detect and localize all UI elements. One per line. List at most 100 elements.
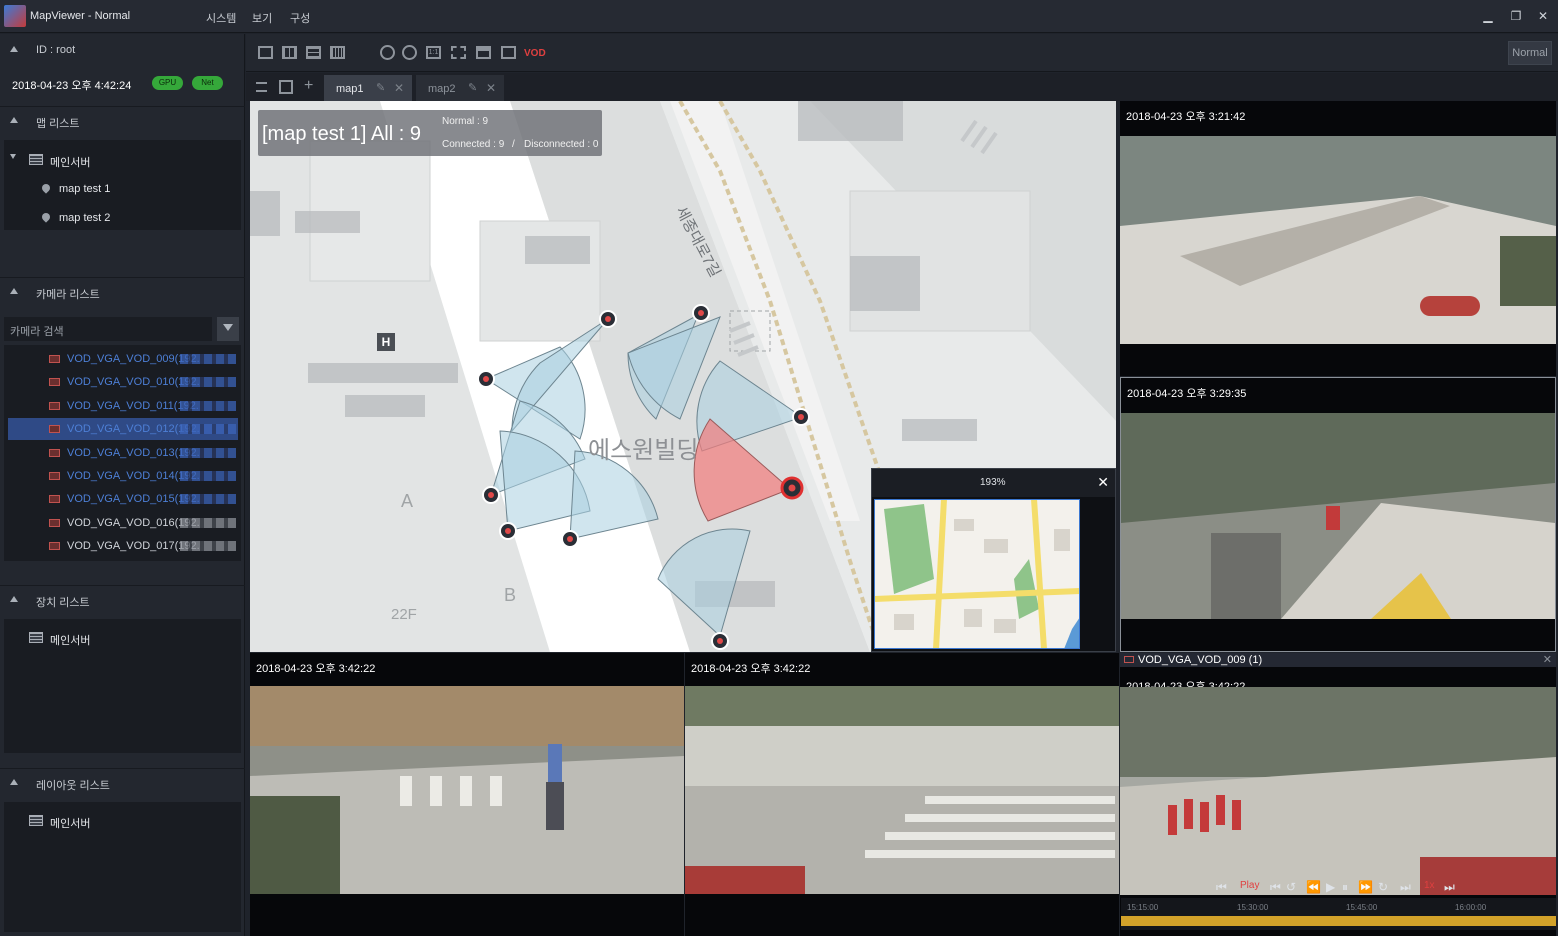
camera-icon	[49, 472, 60, 480]
fit-icon[interactable]	[451, 46, 466, 59]
camera-list-item[interactable]: VOD_VGA_VOD_014(192.	[8, 465, 238, 487]
menu-config[interactable]: 구성	[290, 10, 310, 26]
camera-list-item[interactable]: VOD_VGA_VOD_009(192.	[8, 348, 238, 370]
camera-icon	[49, 518, 60, 527]
video-frame	[1121, 413, 1555, 619]
server-label: 메인서버	[50, 818, 91, 830]
map-list-panel: 메인서버 map test 1 map test 2	[4, 140, 241, 230]
server-label: 메인서버	[50, 157, 91, 169]
camera-list-item[interactable]: VOD_VGA_VOD_013(192.	[8, 442, 238, 464]
step-back-icon[interactable]: ⏮	[1270, 880, 1281, 895]
filter-button[interactable]	[217, 317, 239, 341]
video-tile[interactable]: 2018-04-23 오후 3:29:35	[1120, 377, 1556, 652]
camera-ip-redacted	[180, 424, 236, 435]
vod-button[interactable]: VOD	[524, 48, 546, 59]
collapse-icon[interactable]	[10, 779, 18, 785]
camera-list-title: 카메라 리스트	[36, 289, 100, 301]
camera-icon	[49, 425, 60, 434]
camera-icon	[1124, 656, 1134, 663]
menu-system[interactable]: 시스템	[206, 10, 236, 26]
layout-server-node[interactable]: 메인서버	[4, 809, 241, 833]
collapse-icon[interactable]	[10, 117, 18, 123]
edit-icon[interactable]: ✎	[376, 81, 385, 94]
minimize-icon[interactable]: ▁	[1480, 8, 1496, 24]
close-tab-icon[interactable]: ✕	[394, 81, 404, 95]
rewind-10-icon[interactable]: ↺	[1286, 880, 1296, 894]
skip-end-icon[interactable]: ⏭	[1444, 880, 1455, 895]
minimap-canvas[interactable]	[874, 499, 1080, 649]
map-item[interactable]: map test 2	[4, 206, 241, 230]
device-list-header[interactable]: 장치 리스트	[0, 585, 245, 613]
speed-label[interactable]: 1x	[1424, 880, 1435, 891]
export-icon[interactable]	[501, 46, 516, 59]
timeline-bar[interactable]	[1121, 916, 1556, 926]
layout-3x3-icon[interactable]	[306, 46, 321, 59]
tab-bar: + map1 ✎ ✕ map2 ✎ ✕	[246, 73, 1558, 101]
collapse-icon[interactable]	[10, 288, 18, 294]
close-icon[interactable]: ✕	[1543, 653, 1552, 666]
mode-button[interactable]: Normal	[1508, 41, 1552, 65]
zoom-in-icon[interactable]	[380, 45, 395, 60]
video-tile[interactable]: 2018-04-23 오후 3:42:22	[250, 653, 684, 936]
rewind-icon[interactable]: ⏪	[1306, 880, 1321, 894]
tab-map2[interactable]: map2 ✎ ✕	[416, 75, 504, 101]
window-icon[interactable]	[476, 46, 491, 59]
collapse-icon[interactable]	[10, 46, 18, 52]
device-server-node[interactable]: 메인서버	[4, 626, 241, 650]
count-separator: /	[512, 139, 515, 150]
camera-icon	[49, 401, 60, 410]
actual-size-icon[interactable]: 1:1	[426, 46, 441, 59]
app-logo-icon	[4, 5, 26, 27]
map-server-node[interactable]: 메인서버	[4, 148, 241, 172]
forward-10-icon[interactable]: ↻	[1378, 880, 1388, 894]
camera-list-panel: VOD_VGA_VOD_009(192. VOD_VGA_VOD_010(192.…	[4, 345, 241, 561]
fast-forward-icon[interactable]: ⏩	[1358, 880, 1373, 894]
menu-icon[interactable]	[256, 82, 267, 92]
tab-map1[interactable]: map1 ✎ ✕	[324, 75, 412, 101]
close-icon[interactable]: ✕	[1535, 8, 1551, 24]
filter-icon	[223, 324, 233, 331]
edit-icon[interactable]: ✎	[468, 81, 477, 94]
expand-icon[interactable]	[10, 154, 16, 159]
video-tile[interactable]: 2018-04-23 오후 3:42:22	[685, 653, 1119, 936]
camera-list-item[interactable]: VOD_VGA_VOD_016(192.	[8, 512, 238, 534]
marker-b: B	[504, 585, 517, 605]
skip-start-icon[interactable]: ⏮	[1216, 880, 1227, 895]
timeline-tick: 15:30:00	[1237, 903, 1269, 912]
timeline[interactable]: 15:15:00 15:30:00 15:45:00 16:00:00	[1121, 898, 1556, 930]
restore-icon[interactable]: ❐	[1508, 8, 1524, 24]
pause-icon[interactable]: ⏸	[1342, 880, 1348, 895]
play-label[interactable]: Play	[1240, 880, 1259, 891]
timeline-tick: 16:00:00	[1455, 903, 1487, 912]
zoom-out-icon[interactable]	[402, 45, 417, 60]
layout-2x2-icon[interactable]	[282, 46, 297, 59]
video-tile[interactable]: 2018-04-23 오후 3:21:42	[1120, 101, 1556, 376]
minimap-window[interactable]: 193% ✕	[871, 468, 1116, 652]
camera-search-input[interactable]: 카메라 검색	[10, 323, 64, 339]
camera-list-item[interactable]: VOD_VGA_VOD_011(192.	[8, 395, 238, 417]
menu-view[interactable]: 보기	[252, 10, 272, 26]
camera-list-header[interactable]: 카메라 리스트	[0, 277, 245, 305]
camera-icon	[49, 355, 60, 363]
map-item[interactable]: map test 1	[4, 177, 241, 201]
app-title: MapViewer - Normal	[30, 10, 131, 22]
camera-list-item[interactable]: VOD_VGA_VOD_012(192.	[8, 418, 238, 441]
close-icon[interactable]: ✕	[1097, 474, 1109, 491]
map-list-header[interactable]: 맵 리스트	[0, 106, 245, 134]
grid-icon[interactable]	[279, 80, 293, 94]
camera-list-item[interactable]: VOD_VGA_VOD_010(192.	[8, 371, 238, 393]
camera-list-item[interactable]: VOD_VGA_VOD_015(192.	[8, 488, 238, 510]
step-forward-icon[interactable]: ⏭	[1400, 880, 1411, 895]
close-tab-icon[interactable]: ✕	[486, 81, 496, 95]
layout-list-header[interactable]: 레이아웃 리스트	[0, 768, 245, 796]
add-tab-icon[interactable]: +	[304, 77, 313, 95]
play-icon[interactable]: ▶	[1326, 880, 1335, 894]
map-title-text: [map test 1]	[262, 123, 367, 145]
collapse-icon[interactable]	[10, 596, 18, 602]
user-section-header[interactable]: ID : root	[0, 36, 245, 64]
camera-list-item[interactable]: VOD_VGA_VOD_017(192.	[8, 535, 238, 557]
layout-4x4-icon[interactable]	[330, 46, 345, 59]
playback-controls: ⏮ Play ⏮ ↺ ⏪ ▶ ⏸ ⏩ ↻ ⏭ 1x ⏭	[1214, 878, 1464, 898]
camera-search-box[interactable]: 카메라 검색	[4, 317, 212, 341]
layout-1x1-icon[interactable]	[258, 46, 273, 59]
